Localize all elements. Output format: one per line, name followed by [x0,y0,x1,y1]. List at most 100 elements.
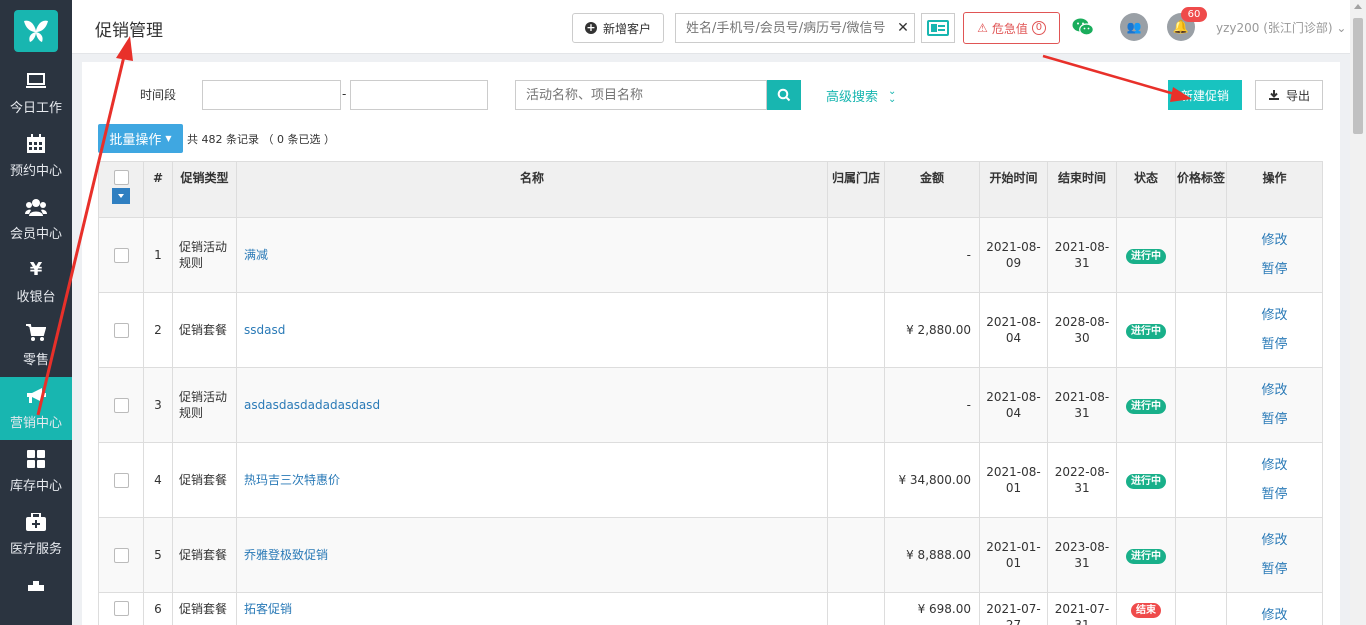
edit-link[interactable]: 修改 [1227,451,1322,480]
batch-actions-button[interactable]: 批量操作 ▼ [98,124,183,153]
actions-cell: 修改 暂停 [1226,217,1323,293]
table-row: 3 促销活动规则 asdasdasdadadasdasd -2021-08-04 202… [98,367,1323,443]
team-icon[interactable]: 👥 [1120,13,1148,41]
status-cell: 结束 [1116,592,1176,625]
customer-search-input[interactable] [676,14,892,42]
edit-link[interactable]: 修改 [1227,301,1322,330]
sidebar-item-more[interactable] [0,566,72,606]
scrollbar-thumb[interactable] [1353,18,1363,134]
monitor-icon [26,71,46,91]
period-label: 时间段 [140,88,177,102]
sidebar-item-megaphone[interactable]: 营销中心 [0,377,72,440]
sidebar-item-monitor[interactable]: 今日工作 [0,62,72,125]
caret-down-icon: ▼ [165,134,172,143]
sidebar-item-medkit[interactable]: 医疗服务 [0,503,72,566]
pause-link[interactable]: 暂停 [1227,405,1322,434]
price-tag-cell [1175,367,1227,443]
end-date-cell: 2021-08-31 [1047,217,1117,293]
select-dropdown-button[interactable] [112,188,130,204]
status-cell: 进行中 [1116,367,1176,443]
logo[interactable] [0,0,72,62]
end-date-input[interactable] [350,80,488,110]
calendar-icon [26,134,46,154]
notification-bell-icon[interactable]: 🔔 60 [1167,7,1207,41]
edit-link[interactable]: 修改 [1227,601,1322,625]
sidebar-item-users[interactable]: 会员中心 [0,188,72,251]
add-customer-button[interactable]: + 新增客户 [572,13,664,43]
actions-cell: 修改 [1226,592,1323,625]
sidebar-item-calendar[interactable]: 预约中心 [0,125,72,188]
page-title: 促销管理 [95,21,163,41]
promotion-type: 促销套餐 [172,517,237,593]
butterfly-logo-icon [14,10,58,52]
status-badge: 进行中 [1126,473,1166,489]
scroll-up-icon[interactable] [1354,4,1362,9]
sidebar-item-cart[interactable]: 零售 [0,314,72,377]
col-header-start: 开始时间 [979,161,1048,218]
promotion-name-link[interactable]: 满减 [244,248,268,262]
store-cell [827,367,885,443]
promotion-name-link[interactable]: ssdasd [244,323,285,337]
end-date-cell: 2023-08-31 [1047,517,1117,593]
promotion-name-link[interactable]: asdasdasdadadasdasd [244,398,380,412]
start-date-input[interactable] [202,80,341,110]
sidebar-item-grid[interactable]: 库存中心 [0,440,72,503]
pause-link[interactable]: 暂停 [1227,255,1322,284]
start-date-cell: 2021-01-01 [979,517,1048,593]
pause-link[interactable]: 暂停 [1227,330,1322,359]
promotion-type: 促销活动规则 [172,217,237,293]
price-tag-cell [1175,292,1227,368]
search-icon [777,88,791,102]
row-checkbox[interactable] [113,397,129,413]
row-checkbox[interactable] [113,322,129,338]
status-cell: 进行中 [1116,442,1176,518]
promotion-name-link[interactable]: 拓客促销 [244,602,292,616]
keyword-search-input[interactable] [515,80,767,110]
col-header-actions: 操作 [1226,161,1323,218]
sidebar-item-label: 会员中心 [9,227,62,242]
end-date-cell: 2028-08-30 [1047,292,1117,368]
status-cell: 进行中 [1116,517,1176,593]
pause-link[interactable]: 暂停 [1227,555,1322,584]
row-select-cell [98,367,144,443]
select-all-checkbox[interactable] [113,170,129,185]
col-header-status: 状态 [1116,161,1176,218]
sidebar-item-yen[interactable]: ¥ 收银台 [0,251,72,314]
row-index: 3 [143,367,173,443]
advanced-search-toggle[interactable]: 高级搜索 ⌄ ⌄ [826,86,896,105]
critical-value-button[interactable]: ⚠ 危急值 0 [963,12,1060,44]
new-promotion-button[interactable]: 新建促销 [1168,80,1242,110]
promotion-name-link[interactable]: 热玛吉三次特惠价 [244,473,340,487]
row-index: 1 [143,217,173,293]
promotion-type: 促销活动规则 [172,367,237,443]
status-badge: 进行中 [1126,248,1166,264]
sidebar-item-label: 营销中心 [9,416,62,431]
table-row: 1 促销活动规则 满减 -2021-08-09 2021-08-31 进行中 修改 暂停 [98,217,1323,293]
clear-search-icon[interactable]: ✕ [892,20,914,36]
row-checkbox[interactable] [113,547,129,563]
row-checkbox[interactable] [113,247,129,263]
user-menu[interactable]: yzy200 (张江门诊部) ⌄ [1216,19,1346,36]
medkit-icon [26,512,46,532]
actions-cell: 修改 暂停 [1226,442,1323,518]
promotion-type: 促销套餐 [172,592,237,625]
sidebar-item-label: 零售 [22,353,49,368]
row-index: 5 [143,517,173,593]
wechat-icon[interactable] [1072,17,1094,37]
promotion-name-cell: 满减 [236,217,828,293]
page-scrollbar[interactable] [1350,0,1366,625]
promotion-name-link[interactable]: 乔雅登极致促销 [244,548,328,562]
pause-link[interactable]: 暂停 [1227,480,1322,509]
row-checkbox[interactable] [113,472,129,488]
edit-link[interactable]: 修改 [1227,376,1322,405]
edit-link[interactable]: 修改 [1227,526,1322,555]
edit-link[interactable]: 修改 [1227,226,1322,255]
keyword-search-button[interactable] [767,80,801,110]
start-date-cell: 2021-08-04 [979,292,1048,368]
row-checkbox[interactable] [113,601,129,616]
advanced-search-label: 高级搜索 [826,90,879,105]
member-card-button[interactable] [921,13,955,43]
sidebar-item-label: 医疗服务 [9,542,62,557]
price-tag-cell [1175,517,1227,593]
export-button[interactable]: 导出 [1255,80,1323,110]
